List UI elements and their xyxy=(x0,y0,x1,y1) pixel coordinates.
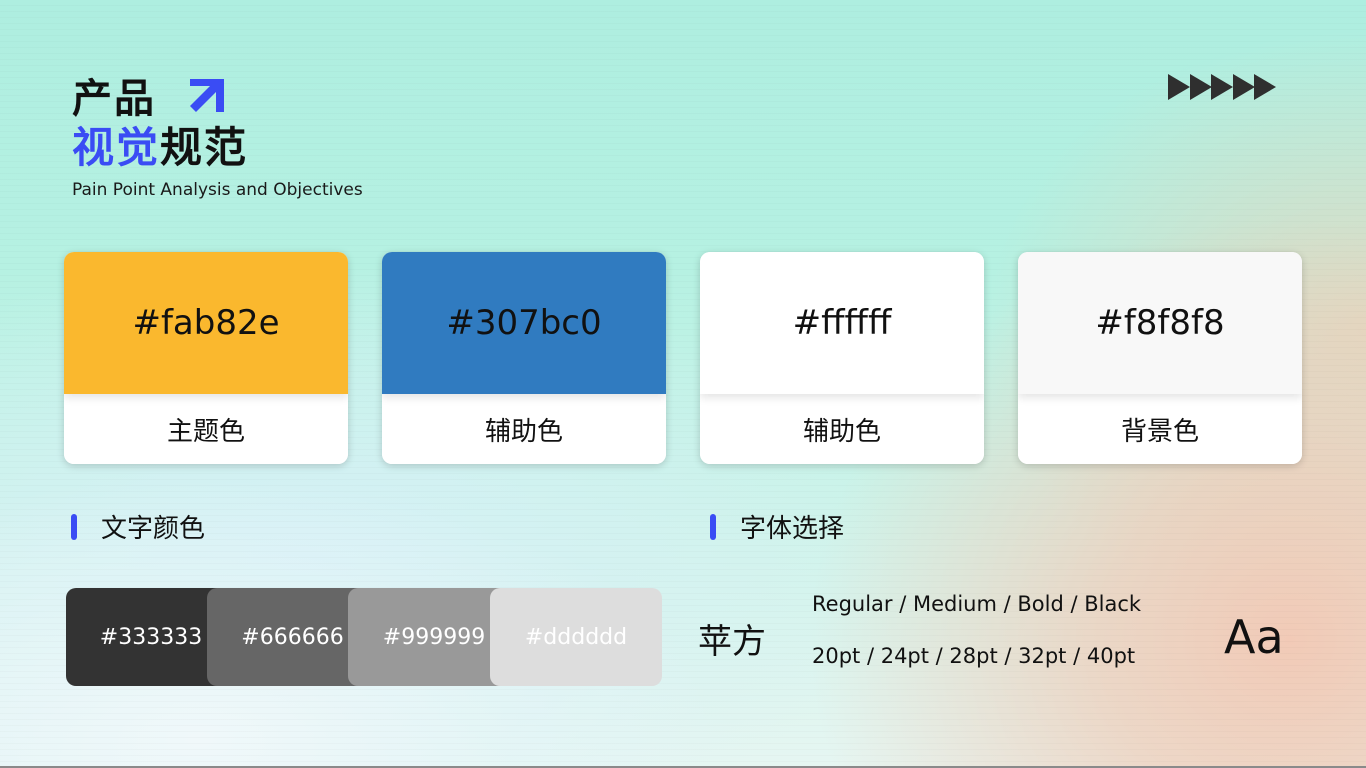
chevron-icon xyxy=(1211,74,1233,100)
swatch-hex: #333333 xyxy=(99,624,203,650)
page-subtitle: Pain Point Analysis and Objectives xyxy=(72,180,363,200)
section-marker xyxy=(710,513,716,540)
title-line-1: 产品 xyxy=(72,70,363,122)
section-text-colors: 文字颜色 xyxy=(71,508,205,545)
chevron-icon xyxy=(1232,74,1255,100)
color-swatch: #307bc0 xyxy=(382,252,666,394)
font-sample: Aa xyxy=(1224,610,1284,664)
title-rest: 规范 xyxy=(160,123,249,172)
text-color-swatch: #dddddd xyxy=(490,588,662,686)
color-hex: #ffffff xyxy=(792,303,892,343)
color-hex: #fab82e xyxy=(132,303,280,343)
title-block: 产品 视觉规范 Pain Point Analysis and Objectiv… xyxy=(72,70,363,200)
page-title-sub: 视觉规范 xyxy=(72,122,363,174)
section-font-selection: 字体选择 xyxy=(710,508,844,545)
color-card-background: #f8f8f8 背景色 xyxy=(1018,252,1302,464)
color-label: 辅助色 xyxy=(382,394,666,464)
font-weights: Regular / Medium / Bold / Black xyxy=(812,592,1142,616)
text-color-swatches: #333333 #666666 #999999 #dddddd xyxy=(66,588,662,686)
swatch-hex: #666666 xyxy=(241,624,344,650)
color-swatch: #f8f8f8 xyxy=(1018,252,1302,394)
color-label: 主题色 xyxy=(64,394,348,464)
chevron-icon xyxy=(1168,74,1190,100)
section-heading: 字体选择 xyxy=(740,514,845,544)
color-card-secondary: #307bc0 辅助色 xyxy=(382,252,666,464)
section-heading: 文字颜色 xyxy=(101,514,206,544)
swatch-hex: #dddddd xyxy=(524,624,628,650)
color-swatch: #fab82e xyxy=(64,252,348,394)
arrow-up-right-icon xyxy=(190,79,224,112)
swatch-hex: #999999 xyxy=(382,624,486,650)
chevron-icon xyxy=(1254,74,1276,100)
color-hex: #f8f8f8 xyxy=(1095,303,1225,343)
section-marker xyxy=(71,513,77,540)
color-swatch: #ffffff xyxy=(700,252,984,394)
color-card-auxiliary: #ffffff 辅助色 xyxy=(700,252,984,464)
font-sizes: 20pt / 24pt / 28pt / 32pt / 40pt xyxy=(812,644,1136,668)
chevrons-right-icon xyxy=(1168,74,1276,100)
color-cards: #fab82e 主题色 #307bc0 辅助色 #ffffff 辅助色 #f8f… xyxy=(64,252,1302,464)
color-label: 背景色 xyxy=(1018,394,1302,464)
color-label: 辅助色 xyxy=(700,394,984,464)
page-title-main: 产品 xyxy=(72,76,156,122)
color-hex: #307bc0 xyxy=(446,303,602,343)
chevron-icon xyxy=(1189,74,1212,100)
title-highlight: 视觉 xyxy=(72,123,161,172)
font-name: 苹方 xyxy=(698,622,766,662)
color-card-primary: #fab82e 主题色 xyxy=(64,252,348,464)
